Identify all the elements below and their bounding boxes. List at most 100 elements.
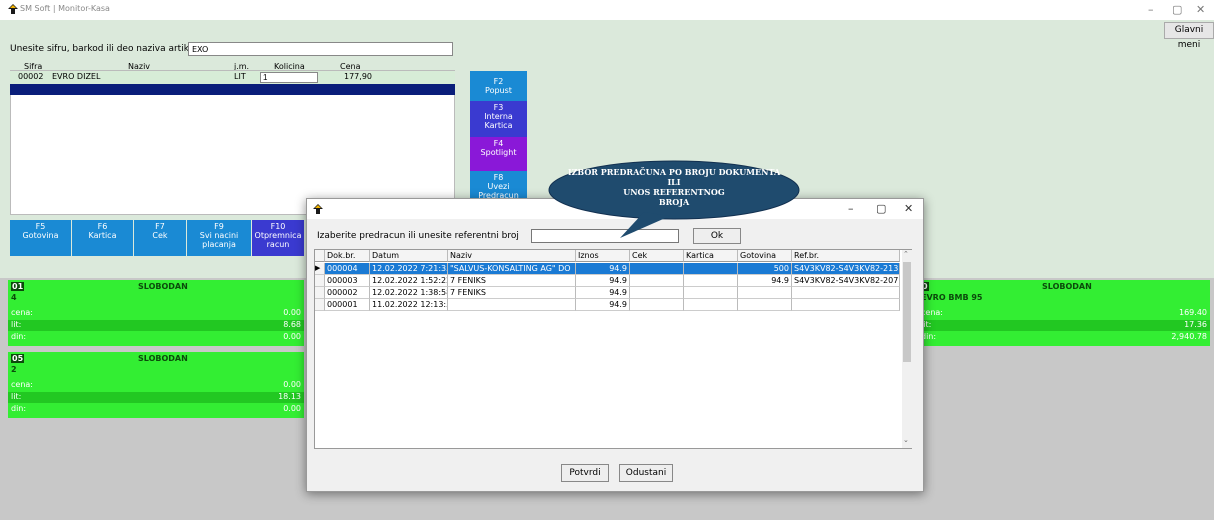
col-header-dokbr[interactable]: Dok.br. (325, 250, 370, 262)
maximize-icon[interactable]: ▢ (1172, 3, 1182, 16)
predracun-grid[interactable]: Dok.br. Datum Naziv Iznos Cek Kartica Go… (314, 249, 912, 449)
cell-cek (630, 299, 684, 311)
key-label: F5 (35, 222, 46, 231)
close-icon[interactable]: ✕ (1196, 3, 1205, 16)
cell-sifra: 00002 (18, 72, 44, 81)
cena-value: 0.00 (283, 380, 301, 389)
row-indicator (315, 275, 325, 287)
col-header-refbr[interactable]: Ref.br. (792, 250, 900, 262)
table-row[interactable]: 000002 12.02.2022 1:38:58 7 FENIKS 94.9 (315, 287, 900, 299)
cell-dokbr: 000003 (325, 275, 370, 287)
col-header-kartica[interactable]: Kartica (684, 250, 738, 262)
f10-otpremnica-button[interactable]: F10 Otpremnica racun (252, 220, 304, 256)
f3-interna-kartica-button[interactable]: F3 Interna Kartica (470, 101, 527, 137)
minimize-icon[interactable]: – (848, 202, 854, 215)
cancel-button[interactable]: Odustani (619, 464, 673, 482)
search-input[interactable] (188, 42, 453, 56)
din-value: 0.00 (283, 332, 301, 341)
cena-label: cena: (921, 308, 943, 317)
cell-gotovina (738, 299, 792, 311)
cell-datum: 12.02.2022 1:52:22 (370, 275, 448, 287)
quantity-input[interactable] (260, 72, 318, 83)
cell-iznos: 94.9 (576, 287, 630, 299)
scroll-down-icon[interactable]: ⌄ (903, 436, 909, 444)
key-label: F6 (97, 222, 108, 231)
row-indicator-header (315, 250, 325, 262)
key-label: F3 (493, 103, 504, 112)
key-label: F4 (493, 139, 504, 148)
f5-gotovina-button[interactable]: F5 Gotovina (10, 220, 71, 256)
key-label: F2 (493, 77, 504, 86)
table-row-selected[interactable] (10, 84, 455, 95)
table-row[interactable]: 000001 11.02.2022 12:13:5 94.9 (315, 299, 900, 311)
pump-product: EVRO BMB 95 (921, 293, 983, 302)
row-indicator (315, 299, 325, 311)
cell-dokbr: 000002 (325, 287, 370, 299)
cell-naziv: "SALVUS-KONSALTING AG" DO (448, 263, 576, 275)
cell-gotovina: 500 (738, 263, 792, 275)
annotation-line: BROJA (658, 197, 690, 207)
lit-label: lit: (11, 320, 22, 329)
cena-value: 0.00 (283, 308, 301, 317)
col-header-naziv[interactable]: Naziv (448, 250, 576, 262)
scrollbar-thumb[interactable] (903, 262, 911, 362)
cena-label: cena: (11, 380, 33, 389)
pump-tile-05[interactable]: 05 SLOBODAN 2 cena: 0.00 lit: 18.13 din: 0.… (8, 352, 304, 418)
main-menu-button[interactable]: Glavni meni (1164, 22, 1214, 50)
pump-id: 05 (11, 354, 25, 363)
table-row[interactable]: ▶ 000004 12.02.2022 7:21:35 "SALVUS-KONS… (315, 263, 900, 275)
col-header-gotovina[interactable]: Gotovina (738, 250, 792, 262)
key-label: F8 (493, 173, 504, 182)
key-label: F9 (214, 222, 224, 231)
f7-cek-button[interactable]: F7 Cek (134, 220, 186, 256)
pump-status: SLOBODAN (138, 282, 188, 291)
cell-refbr (792, 287, 900, 299)
row-indicator (315, 287, 325, 299)
pump-id: 01 (11, 282, 25, 291)
button-label: Svi nacini placanja (199, 231, 239, 249)
cell-cek (630, 287, 684, 299)
din-label: din: (11, 332, 27, 341)
button-label: Interna Kartica (484, 112, 513, 130)
cell-cek (630, 263, 684, 275)
button-label: Popust (485, 86, 512, 95)
f4-spotlight-button[interactable]: F4 Spotlight (470, 137, 527, 171)
cena-label: cena: (11, 308, 33, 317)
f9-svi-nacini-button[interactable]: F9 Svi nacini placanja (187, 220, 251, 256)
col-header-datum[interactable]: Datum (370, 250, 448, 262)
cell-iznos: 94.9 (576, 275, 630, 287)
f8-uvezi-predracun-button[interactable]: F8 Uvezi Predracun (470, 171, 527, 200)
vertical-scrollbar[interactable]: ⌃ ⌄ (902, 250, 912, 448)
cell-naziv: 7 FENIKS (448, 287, 576, 299)
table-row[interactable]: 00002 EVRO DIZEL LIT 177,90 (10, 71, 455, 84)
confirm-button[interactable]: Potvrdi (561, 464, 609, 482)
minimize-icon[interactable]: – (1148, 3, 1154, 16)
row-pointer-icon: ▶ (315, 263, 325, 275)
annotation-text: IZBOR PREDRAČUNA PO BROJU DOKUMENTA ILI … (548, 167, 800, 207)
pump-tile-right[interactable]: 0 SLOBODAN EVRO BMB 95 cena: 169.40 lit: 1… (918, 280, 1210, 346)
lit-label: lit: (11, 392, 22, 401)
table-row[interactable]: 000003 12.02.2022 1:52:22 7 FENIKS 94.9 … (315, 275, 900, 287)
cell-kartica (684, 275, 738, 287)
annotation-line: IZBOR PREDRAČUNA PO BROJU DOKUMENTA (567, 167, 781, 177)
cell-kartica (684, 263, 738, 275)
key-label: F7 (155, 222, 165, 231)
scroll-up-icon[interactable]: ⌃ (903, 250, 909, 258)
din-value: 2,940.78 (1171, 332, 1207, 341)
cell-refbr: S4V3KV82-S4V3KV82-207 (792, 275, 900, 287)
button-label: Spotlight (480, 148, 517, 157)
din-label: din: (11, 404, 27, 413)
col-header-cek[interactable]: Cek (630, 250, 684, 262)
pump-tile-01[interactable]: 01 SLOBODAN 4 cena: 0.00 lit: 8.68 din: 0.0… (8, 280, 304, 346)
cell-gotovina (738, 287, 792, 299)
pump-product: 4 (11, 293, 17, 302)
lit-value: 8.68 (283, 320, 301, 329)
f6-kartica-button[interactable]: F6 Kartica (72, 220, 133, 256)
col-header-iznos[interactable]: Iznos (576, 250, 630, 262)
maximize-icon[interactable]: ▢ (876, 202, 886, 215)
cell-naziv: EVRO DIZEL (52, 72, 101, 81)
cell-datum: 12.02.2022 1:38:58 (370, 287, 448, 299)
close-icon[interactable]: ✕ (904, 202, 913, 215)
cell-dokbr: 000004 (325, 263, 370, 275)
lit-value: 17.36 (1184, 320, 1207, 329)
